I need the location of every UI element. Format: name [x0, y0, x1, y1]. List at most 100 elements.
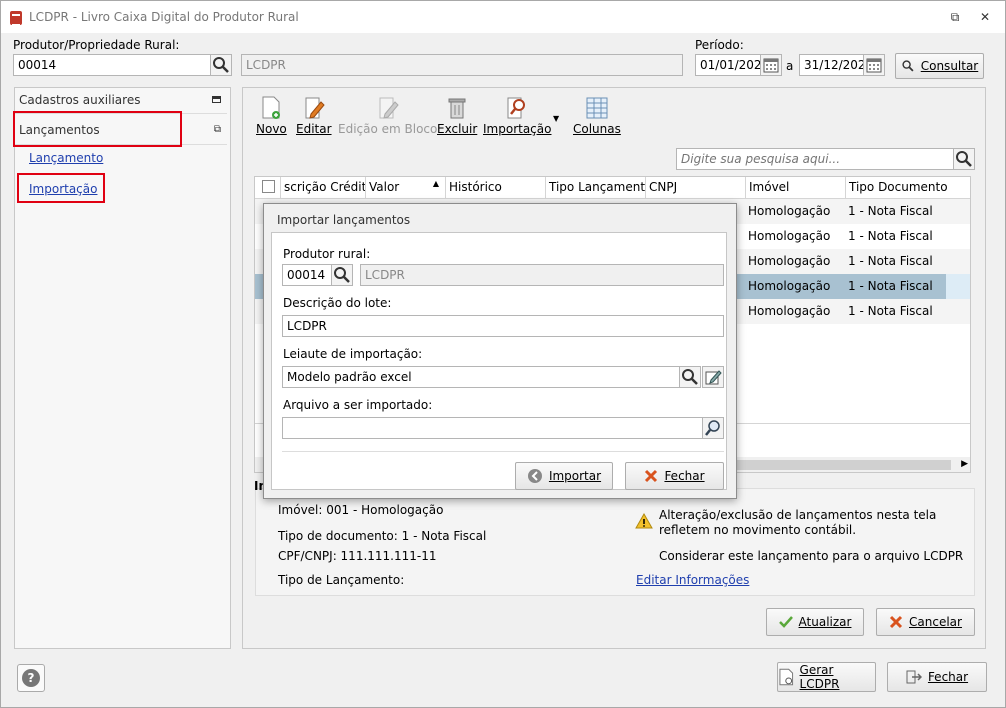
column-header-credito[interactable]: scrição Crédito [281, 177, 366, 199]
column-header-tipo-lancamento[interactable]: Tipo Lançamento [546, 177, 646, 199]
novo-button[interactable]: Novo [256, 96, 287, 136]
date-from-calendar-button[interactable] [760, 54, 782, 76]
info-cpf-cnpj: CPF/CNPJ: 111.111.111-11 [278, 549, 437, 563]
produtor-name-field: LCDPR [241, 54, 683, 76]
column-header-tipo-documento[interactable]: Tipo Documento [846, 177, 970, 199]
dialog-descricao-label: Descrição do lote: [283, 296, 392, 310]
batch-edit-icon [379, 97, 399, 119]
atualizar-label: Atualizar [798, 615, 852, 629]
gerar-lcdpr-button[interactable]: Gerar LCDPR [777, 662, 876, 692]
calendar-icon [763, 58, 779, 73]
main-window: LCDPR - Livro Caixa Digital do Produtor … [0, 0, 1006, 708]
dialog-arquivo-browse-button[interactable] [702, 417, 724, 439]
help-button[interactable]: ? [17, 664, 45, 692]
new-document-icon [262, 96, 281, 119]
calendar-icon [866, 58, 882, 73]
dialog-produtor-search-button[interactable] [331, 264, 353, 286]
date-from-input[interactable]: 01/01/2022 [695, 54, 761, 76]
trash-icon [448, 98, 466, 119]
dialog-produtor-name-field: LCDPR [360, 264, 724, 286]
dialog-produtor-code-input[interactable]: 00014 [282, 264, 332, 286]
dialog-fechar-button[interactable]: Fechar [625, 462, 724, 490]
help-icon: ? [22, 669, 40, 687]
generate-document-icon [779, 668, 794, 686]
dialog-leiaute-search-button[interactable] [679, 366, 701, 388]
dialog-arquivo-label: Arquivo a ser importado: [283, 398, 433, 412]
grid-search-button[interactable] [953, 148, 975, 170]
restore-icon: ⧉ [213, 124, 221, 135]
dialog-arquivo-input[interactable] [282, 417, 704, 439]
title-bar: LCDPR - Livro Caixa Digital do Produtor … [1, 1, 1005, 33]
cancel-x-icon [645, 469, 658, 483]
columns-grid-icon [586, 97, 608, 119]
edit-icon [705, 370, 722, 385]
dialog-importar-label: Importar [548, 469, 602, 483]
cell-imovel: Homologação [748, 229, 831, 243]
browse-magnifier-icon [705, 420, 720, 436]
selected-row-tail [946, 274, 970, 299]
sidebar: Cadastros auxiliares Lançamentos ⧉ [14, 87, 231, 649]
produtor-search-button[interactable] [210, 54, 232, 76]
restore-window-button[interactable]: ⧉ [945, 7, 965, 27]
produtor-label: Produtor/Propriedade Rural: [13, 38, 180, 52]
column-header-imovel[interactable]: Imóvel [746, 177, 846, 199]
date-to-input[interactable]: 31/12/2022 [799, 54, 865, 76]
scrollbar-thumb[interactable] [705, 460, 951, 470]
editar-button[interactable]: Editar [296, 96, 332, 136]
sidebar-item-lancamento[interactable]: Lançamento [29, 151, 103, 165]
cell-imovel: Homologação [748, 279, 831, 293]
importacao-button[interactable]: Importação [483, 96, 551, 136]
periodo-label: Período: [695, 38, 744, 52]
dialog-leiaute-input[interactable]: Modelo padrão excel [282, 366, 680, 388]
info-imovel: Imóvel: 001 - Homologação [278, 503, 444, 517]
warning-icon [635, 513, 653, 529]
column-header-valor-label: Valor [369, 180, 400, 194]
fechar-window-button[interactable]: Fechar [887, 662, 987, 692]
search-icon [334, 267, 350, 283]
consultar-label: Consultar [920, 59, 979, 73]
close-window-button[interactable]: ✕ [975, 7, 995, 27]
dialog-produtor-label: Produtor rural: [283, 247, 371, 261]
column-header-cnpj[interactable]: CNPJ [646, 177, 746, 199]
edicao-bloco-button[interactable]: Edição em Bloco [338, 96, 437, 136]
highlight-box-importacao [17, 173, 105, 203]
excluir-label: Excluir [437, 122, 478, 136]
cell-tipo-documento: 1 - Nota Fiscal [848, 304, 933, 318]
editar-informacoes-link[interactable]: Editar Informações [636, 573, 749, 587]
cell-imovel: Homologação [748, 304, 831, 318]
excluir-button[interactable]: Excluir [437, 96, 477, 136]
cell-tipo-documento: 1 - Nota Fiscal [848, 204, 933, 218]
produtor-code-input[interactable]: 00014 [13, 54, 211, 76]
search-icon [213, 57, 229, 73]
fechar-window-label: Fechar [927, 670, 969, 684]
select-all-header[interactable] [255, 177, 281, 199]
importar-dialog: Importar lançamentos Produtor rural: 000… [263, 203, 737, 499]
app-book-icon [10, 11, 22, 26]
dialog-leiaute-edit-button[interactable] [702, 366, 724, 388]
search-icon [902, 60, 914, 72]
info-considerar[interactable]: Considerar este lançamento para o arquiv… [659, 549, 963, 563]
cancelar-button[interactable]: Cancelar [876, 608, 975, 636]
importacao-dropdown-icon[interactable]: ▼ [553, 114, 559, 123]
column-header-valor[interactable]: Valor ▲ [366, 177, 446, 199]
info-warning-text: Alteração/exclusão de lançamentos nesta … [659, 508, 937, 537]
cancel-x-icon [889, 615, 903, 629]
cell-tipo-documento: 1 - Nota Fiscal [848, 254, 933, 268]
importacao-label: Importação [483, 122, 552, 136]
grid-search-input[interactable] [676, 148, 954, 170]
dialog-descricao-input[interactable]: LCDPR [282, 315, 724, 337]
edit-pencil-icon [305, 97, 325, 119]
exit-icon [906, 670, 922, 684]
scroll-right-icon[interactable]: ▶ [961, 459, 968, 469]
sort-ascending-icon: ▲ [432, 179, 439, 188]
select-all-checkbox[interactable] [262, 180, 275, 193]
maximize-icon [212, 96, 221, 103]
editar-label: Editar [296, 122, 332, 136]
colunas-button[interactable]: Colunas [573, 96, 621, 136]
date-to-calendar-button[interactable] [863, 54, 885, 76]
import-search-icon [507, 97, 526, 119]
atualizar-button[interactable]: Atualizar [766, 608, 864, 636]
consultar-button[interactable]: Consultar [895, 53, 984, 79]
dialog-importar-button[interactable]: Importar [515, 462, 613, 490]
column-header-historico[interactable]: Histórico [446, 177, 546, 199]
